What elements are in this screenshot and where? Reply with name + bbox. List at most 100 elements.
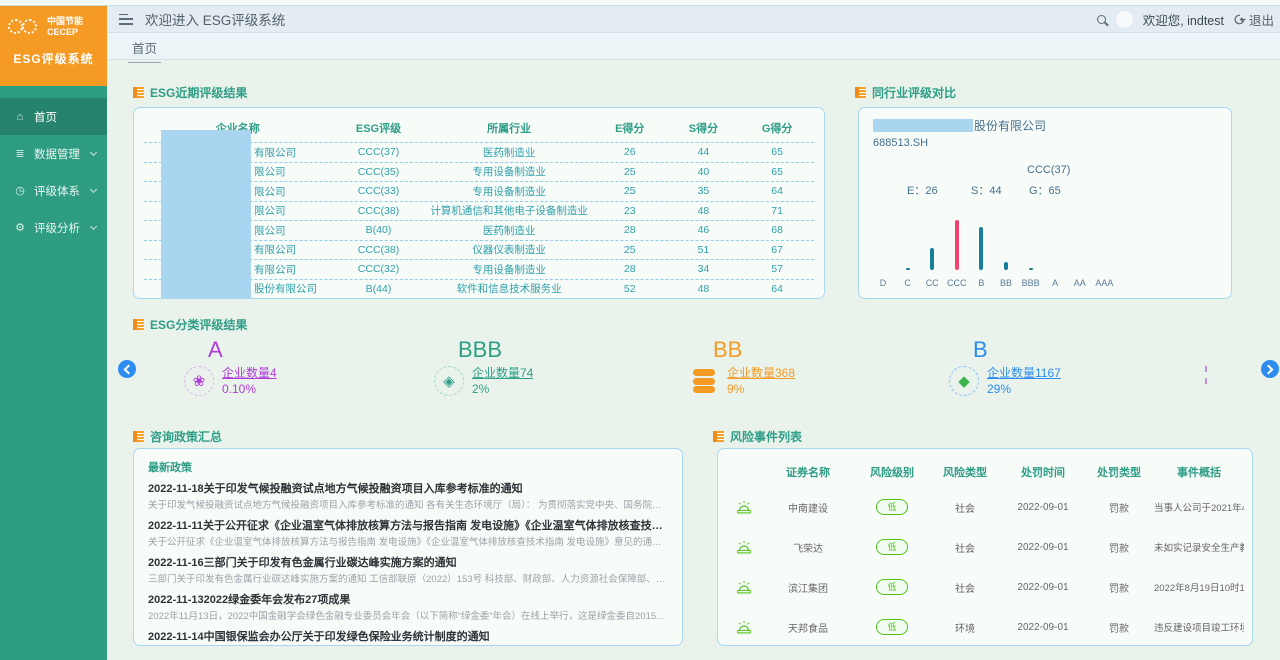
avatar[interactable] [1115, 10, 1134, 29]
cell: 医药制造业 [425, 145, 593, 160]
page-title: 欢迎进入 ESG评级系统 [145, 9, 285, 29]
carousel-prev-button[interactable] [118, 360, 136, 378]
cell: 医药制造业 [425, 223, 593, 238]
risk-level: 低 [854, 619, 930, 635]
news-item-title[interactable]: 2022-11-132022绿金委年会发布27项成果 [148, 593, 668, 607]
cecep-logo-icon [8, 17, 42, 37]
topbar: 欢迎进入 ESG评级系统 欢迎您, indtest 退出 [107, 6, 1280, 33]
card-row: ◆企业数量116729% [949, 365, 1145, 397]
search-icon[interactable] [1097, 15, 1106, 24]
column-header: S得分 [667, 120, 741, 136]
cell: 34 [667, 263, 741, 275]
penalty-type: 罚款 [1086, 580, 1152, 595]
event-summary: 2022年8月19日10时10分:使用机动... [1152, 580, 1244, 594]
cell: 64 [740, 283, 814, 295]
sidebar-item-data[interactable]: ≣数据管理 [0, 135, 107, 172]
category-card-BBB: BBB◈企业数量742% [400, 338, 630, 397]
cell: 64 [740, 185, 814, 197]
risk-type: 环境 [930, 620, 1000, 635]
org-icon: ❀ [184, 366, 214, 396]
risk-event-row[interactable]: 飞荣达低社会2022-09-01罚款未如实记录安全生产教育和培训情况 [726, 527, 1244, 567]
cell: CCC(35) [332, 166, 426, 178]
breadcrumb[interactable]: 首页 [128, 38, 161, 63]
category-card-BB: BB 企业数量3689% [655, 338, 885, 397]
news-item-summary: 关于印发气候投融资试点地方气候投融资项目入库参考标准的通知 各有关生态环境厅（局… [148, 499, 668, 512]
column-header: ESG评级 [332, 120, 426, 136]
bar-slot [1016, 268, 1046, 270]
penalty-date: 2022-09-01 [1000, 542, 1086, 553]
grade-label: BB [713, 338, 885, 362]
section-grid-icon [133, 319, 144, 330]
cell: 专用设备制造业 [425, 184, 593, 199]
percent-label: 0.10% [222, 381, 277, 397]
cell: 计算机通信和其他电子设备制造业 [425, 203, 593, 218]
chevron-down-icon [90, 223, 97, 230]
penalty-type: 罚款 [1086, 540, 1152, 555]
security-name: 滨江集团 [762, 580, 854, 595]
company-count-link[interactable]: 企业数量368 [727, 365, 795, 381]
bar-BBB [1029, 268, 1033, 270]
sidebar-item-analysis[interactable]: ⚙评级分析 [0, 209, 107, 246]
column-header: 证券名称 [762, 464, 854, 480]
cell: 专用设备制造业 [425, 164, 593, 179]
sidebar-item-label: 评级体系 [34, 183, 80, 199]
column-header: 事件概括 [1152, 464, 1244, 480]
company-count-link[interactable]: 企业数量74 [472, 365, 533, 381]
company-count-link[interactable]: 企业数量1167 [987, 365, 1061, 381]
card-texts: 企业数量40.10% [222, 365, 277, 397]
siren-icon [726, 620, 762, 635]
cell: 65 [740, 166, 814, 178]
risk-type: 社会 [930, 500, 1000, 515]
risk-event-row[interactable]: 中南建设低社会2022-09-01罚款当事人公司于2021年4月1日、在未... [726, 487, 1244, 527]
card-texts: 企业数量116729% [987, 365, 1061, 397]
risk-level: 低 [854, 579, 930, 595]
risk-level-badge: 低 [876, 539, 907, 555]
cell: 48 [667, 205, 741, 217]
column-header: G得分 [740, 120, 814, 136]
cell: CCC(33) [332, 185, 426, 197]
bar-BB [1004, 262, 1008, 270]
risk-event-row[interactable]: 天邦食品低环境2022-09-01罚款违反建设项目竣工环境保护验收制度 [726, 607, 1244, 646]
company-count-link[interactable]: 企业数量4 [222, 365, 277, 381]
penalty-type: 罚款 [1086, 620, 1152, 635]
home-icon: ⌂ [12, 111, 28, 123]
risk-event-row[interactable]: 滨江集团低社会2022-09-01罚款2022年8月19日10时10分:使用机动… [726, 567, 1244, 607]
sidebar-item-home[interactable]: ⌂首页 [0, 98, 107, 135]
cell: 67 [740, 244, 814, 256]
rating-distribution-chart: DCCCCCCBBBBBBAAAAAA [859, 108, 1231, 298]
news-list: 2022-11-18关于印发气候投融资试点地方气候投融资项目入库参考标准的通知关… [148, 482, 668, 644]
cell: 软件和信息技术服务业 [425, 281, 593, 296]
bar-C [906, 268, 910, 270]
cell: CCC(37) [332, 146, 426, 158]
siren-icon [726, 580, 762, 595]
news-item-summary: 三部门关于印发有色金属行业碳达峰实施方案的通知 工信部联原（2022）153号 … [148, 573, 668, 586]
cell: CCC(38) [332, 244, 426, 256]
risk-events-panel: 证券名称风险级别风险类型处罚时间处罚类型事件概括 中南建设低社会2022-09-… [717, 448, 1253, 646]
news-item-title[interactable]: 2022-11-14中国银保监会办公厅关于印发绿色保险业务统计制度的通知 [148, 630, 668, 644]
section-grid-icon [855, 87, 866, 98]
cell: 52 [593, 283, 667, 295]
database-icon [693, 369, 715, 393]
news-item-title[interactable]: 2022-11-18关于印发气候投融资试点地方气候投融资项目入库参考标准的通知 [148, 482, 668, 496]
cell: 40 [667, 166, 741, 178]
card-texts: 企业数量742% [472, 365, 533, 397]
cell: 48 [667, 283, 741, 295]
cell: 46 [667, 224, 741, 236]
event-summary: 未如实记录安全生产教育和培训情况 [1152, 540, 1244, 554]
news-item-title[interactable]: 2022-11-16三部门关于印发有色金属行业碳达峰实施方案的通知 [148, 556, 668, 570]
sidebar-item-system[interactable]: ◷评级体系 [0, 172, 107, 209]
logout-button[interactable]: 退出 [1233, 10, 1274, 29]
cell: 57 [740, 263, 814, 275]
system-name: ESG评级系统 [8, 50, 99, 67]
cell: 专用设备制造业 [425, 262, 593, 277]
policy-news-panel: 最新政策 2022-11-18关于印发气候投融资试点地方气候投融资项目入库参考标… [133, 448, 683, 646]
card-row: 企业数量3689% [689, 365, 885, 397]
news-item-title[interactable]: 2022-11-11关于公开征求《企业温室气体排放核算方法与报告指南 发电设施》… [148, 519, 668, 533]
card-row: ◈企业数量742% [434, 365, 630, 397]
hamburger-icon[interactable] [119, 14, 133, 25]
risk-level-badge: 低 [876, 619, 907, 635]
carousel-next-button[interactable] [1261, 360, 1279, 378]
column-header: 风险类型 [930, 464, 1000, 480]
section-grid-icon [133, 431, 144, 442]
cell: B(44) [332, 283, 426, 295]
